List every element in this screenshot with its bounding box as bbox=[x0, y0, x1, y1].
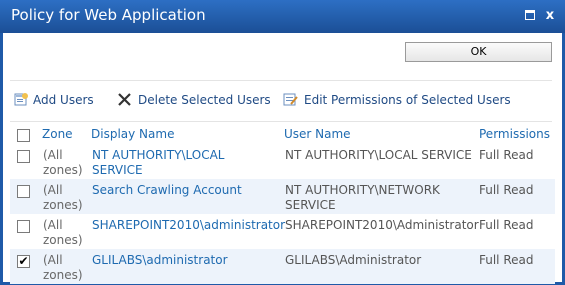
row-zone: (All zones) bbox=[43, 183, 83, 212]
select-all-checkbox[interactable] bbox=[17, 129, 30, 142]
row-zone: (All zones) bbox=[43, 253, 83, 282]
ok-button[interactable]: OK bbox=[405, 42, 552, 62]
column-header-zone[interactable]: Zone bbox=[42, 127, 73, 141]
title-bar: Policy for Web Application x bbox=[0, 0, 565, 33]
row-permissions: Full Read bbox=[479, 183, 534, 197]
table-row: ✔ (All zones) GLILABS\administrator GLIL… bbox=[10, 249, 555, 284]
edit-permissions-label: Edit Permissions of Selected Users bbox=[304, 93, 511, 107]
delete-x-icon bbox=[118, 93, 131, 106]
column-header-permissions[interactable]: Permissions bbox=[479, 127, 550, 141]
row-display-name-link[interactable]: Search Crawling Account bbox=[92, 183, 277, 198]
row-user-name: NT AUTHORITY\NETWORK SERVICE bbox=[285, 183, 440, 212]
row-checkbox[interactable] bbox=[17, 150, 30, 163]
row-permissions: Full Read bbox=[479, 253, 534, 267]
row-zone: (All zones) bbox=[43, 218, 83, 247]
row-display-name-link[interactable]: SHAREPOINT2010\administrator bbox=[92, 218, 285, 233]
column-header-display-name[interactable]: Display Name bbox=[91, 127, 174, 141]
row-checkbox[interactable] bbox=[17, 185, 30, 198]
add-users-icon bbox=[14, 93, 28, 106]
dialog-body: OK Add Users Delete Selected Users Edit … bbox=[3, 33, 562, 284]
row-checkbox[interactable]: ✔ bbox=[17, 255, 30, 268]
edit-permissions-button[interactable]: Edit Permissions of Selected Users bbox=[283, 92, 511, 109]
table-row: (All zones) SHAREPOINT2010\administrator… bbox=[10, 214, 555, 249]
toolbar: Add Users Delete Selected Users Edit Per… bbox=[10, 80, 552, 122]
policy-dialog: Policy for Web Application x OK Add User… bbox=[0, 0, 565, 285]
row-display-name-link[interactable]: NT AUTHORITY\LOCAL SERVICE bbox=[92, 148, 277, 178]
column-header-user-name[interactable]: User Name bbox=[284, 127, 351, 141]
delete-selected-users-label: Delete Selected Users bbox=[138, 93, 271, 107]
table-row: (All zones) Search Crawling Account NT A… bbox=[10, 179, 555, 214]
maximize-icon[interactable] bbox=[525, 10, 535, 20]
row-display-name-link[interactable]: GLILABS\administrator bbox=[92, 253, 277, 268]
row-permissions: Full Read bbox=[479, 148, 534, 162]
close-icon[interactable]: x bbox=[544, 9, 556, 22]
edit-permissions-icon bbox=[283, 93, 298, 106]
add-users-button[interactable]: Add Users bbox=[14, 92, 96, 109]
row-user-name: SHAREPOINT2010\Administrator bbox=[285, 218, 479, 232]
row-checkbox[interactable] bbox=[17, 220, 30, 233]
dialog-title: Policy for Web Application bbox=[11, 6, 206, 24]
table-row: (All zones) NT AUTHORITY\LOCAL SERVICE N… bbox=[10, 144, 555, 179]
row-permissions: Full Read bbox=[479, 218, 534, 232]
add-users-label: Add Users bbox=[33, 93, 94, 107]
row-zone: (All zones) bbox=[43, 148, 83, 177]
row-user-name: NT AUTHORITY\LOCAL SERVICE bbox=[285, 148, 472, 162]
row-user-name: GLILABS\Administrator bbox=[285, 253, 422, 267]
delete-selected-users-button[interactable]: Delete Selected Users bbox=[117, 92, 271, 109]
